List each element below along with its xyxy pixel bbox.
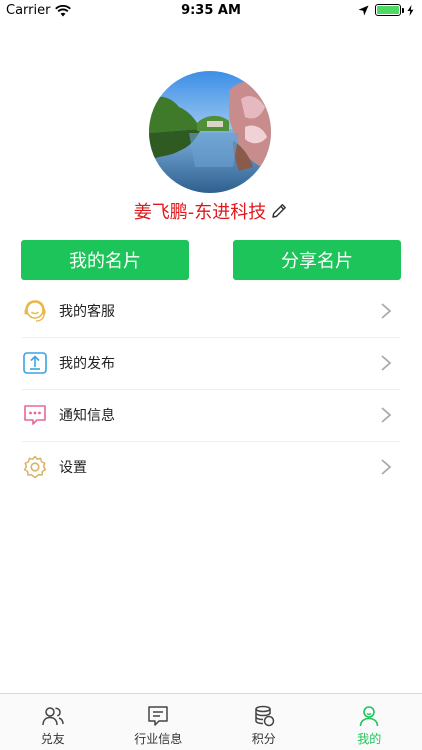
customer-service-icon <box>24 300 46 322</box>
menu-item-label: 我的客服 <box>59 304 115 320</box>
status-right <box>358 4 414 16</box>
tab-bar: 兑友 行业信息 积分 我的 <box>0 693 422 750</box>
charging-icon <box>407 4 414 16</box>
tab-points[interactable]: 积分 <box>211 694 317 750</box>
tab-label: 我的 <box>357 732 382 746</box>
chevron-right-icon <box>381 407 392 423</box>
chevron-right-icon <box>381 355 392 371</box>
avatar[interactable] <box>149 71 271 193</box>
profile-name-row: 姜飞鹏-东进科技 <box>0 198 422 224</box>
tab-label: 行业信息 <box>134 732 183 746</box>
menu-item-label: 我的发布 <box>59 356 115 372</box>
profile-name: 姜飞鹏-东进科技 <box>133 202 267 223</box>
news-icon <box>148 706 168 726</box>
status-bar: Carrier 9:35 AM <box>0 0 422 22</box>
chevron-right-icon <box>381 303 392 319</box>
gear-icon <box>23 455 47 479</box>
coins-icon <box>255 705 274 727</box>
tab-industry-news[interactable]: 行业信息 <box>106 694 212 750</box>
person-icon <box>359 706 379 727</box>
menu-item-my-posts[interactable]: 我的发布 <box>0 337 422 389</box>
upload-icon <box>23 352 47 374</box>
menu-item-notifications[interactable]: 通知信息 <box>0 389 422 441</box>
friends-icon <box>42 707 64 726</box>
battery-fill <box>377 6 399 14</box>
avatar-photo <box>149 71 271 193</box>
menu-list: 我的客服 我的发布 通知信息 设置 <box>0 285 422 493</box>
share-card-button[interactable]: 分享名片 <box>233 240 401 280</box>
battery-icon <box>375 4 404 16</box>
menu-item-label: 通知信息 <box>59 408 115 424</box>
tab-label: 兑友 <box>40 732 65 746</box>
location-arrow-icon <box>358 5 369 15</box>
menu-item-customer-service[interactable]: 我的客服 <box>0 285 422 337</box>
chevron-right-icon <box>381 459 392 475</box>
menu-item-settings[interactable]: 设置 <box>0 441 422 493</box>
menu-item-label: 设置 <box>59 460 87 476</box>
message-icon <box>24 405 46 425</box>
edit-pencil-icon[interactable] <box>270 202 288 220</box>
tab-label: 积分 <box>251 732 276 746</box>
tab-mine[interactable]: 我的 <box>317 694 422 750</box>
my-card-button[interactable]: 我的名片 <box>21 240 189 280</box>
tab-friends[interactable]: 兑友 <box>0 694 106 750</box>
